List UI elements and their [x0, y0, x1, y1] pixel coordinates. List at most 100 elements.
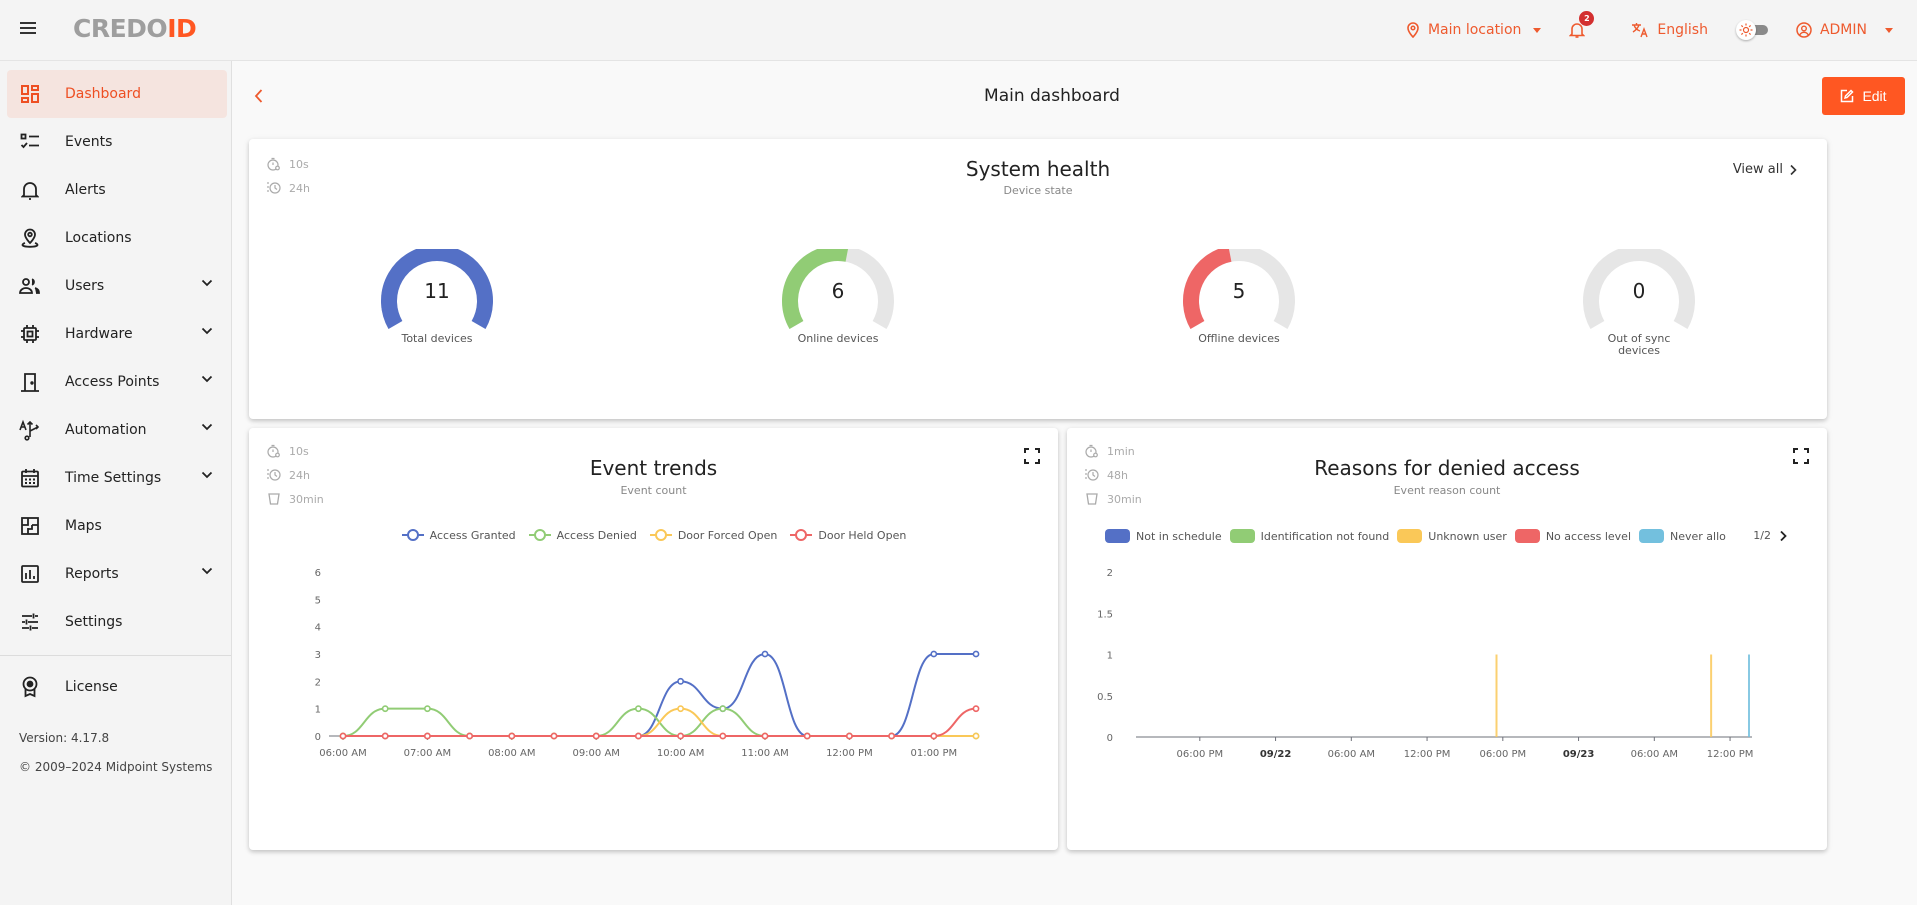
- fullscreen-icon[interactable]: [1024, 448, 1040, 464]
- data-point[interactable]: [423, 705, 431, 713]
- gauge-label: Total devices: [401, 332, 473, 345]
- sidebar-item-alerts[interactable]: Alerts: [7, 166, 227, 214]
- data-point[interactable]: [339, 732, 347, 740]
- chevron-down-icon: [201, 567, 213, 575]
- data-point[interactable]: [381, 705, 389, 713]
- data-point[interactable]: [466, 732, 473, 740]
- event-trends-card: 10s 24h 30min Event trends Event count A…: [249, 428, 1058, 850]
- dashboard-icon: [19, 83, 41, 105]
- notifications-button[interactable]: 2: [1569, 11, 1595, 39]
- data-point[interactable]: [846, 732, 853, 740]
- x-tick-label: 10:00 AM: [657, 748, 704, 759]
- sidebar-item-maps[interactable]: Maps: [7, 502, 227, 550]
- y-tick-label: 1: [1107, 651, 1113, 662]
- series-line: [343, 707, 976, 737]
- data-point[interactable]: [508, 732, 516, 740]
- bar[interactable]: [1748, 654, 1750, 738]
- sidebar-item-license[interactable]: License: [7, 663, 227, 711]
- legend-item[interactable]: No access level: [1514, 529, 1631, 543]
- legend-item[interactable]: Access Granted: [401, 528, 516, 542]
- data-point[interactable]: [634, 705, 642, 713]
- data-point[interactable]: [634, 732, 642, 740]
- legend-marker-icon: [649, 529, 672, 541]
- bell-icon: [19, 179, 41, 201]
- data-point[interactable]: [423, 732, 431, 740]
- location-pin-icon: [19, 227, 41, 249]
- page-title: Main dashboard: [984, 86, 1120, 106]
- legend-label: Never allo: [1670, 529, 1726, 543]
- legend-item[interactable]: Identification not found: [1229, 529, 1389, 543]
- sidebar-item-access-points[interactable]: Access Points: [7, 358, 227, 406]
- data-point[interactable]: [972, 732, 980, 740]
- gauge-offline-devices: 5 Offline devices: [1169, 249, 1309, 345]
- x-tick-label: 12:00 PM: [1707, 749, 1754, 760]
- y-tick-label: 1: [315, 705, 321, 716]
- sidebar-item-time-settings[interactable]: Time Settings: [7, 454, 227, 502]
- sidebar-item-events[interactable]: Events: [7, 118, 227, 166]
- sidebar-item-hardware[interactable]: Hardware: [7, 310, 227, 358]
- data-point[interactable]: [972, 650, 980, 658]
- sidebar-item-settings[interactable]: Settings: [7, 598, 227, 646]
- data-point[interactable]: [803, 732, 811, 740]
- location-selector[interactable]: Main location: [1406, 22, 1542, 38]
- notification-badge: 2: [1579, 11, 1595, 26]
- data-point[interactable]: [677, 677, 684, 685]
- chevron-right-icon: [1790, 164, 1797, 175]
- sidebar-item-locations[interactable]: Locations: [7, 214, 227, 262]
- data-point[interactable]: [719, 732, 727, 740]
- y-tick-label: 0.5: [1097, 692, 1113, 703]
- legend-pager: 1/2: [1753, 529, 1787, 542]
- sidebar-item-dashboard[interactable]: Dashboard: [7, 70, 227, 118]
- data-point[interactable]: [761, 650, 769, 658]
- menu-icon[interactable]: [20, 22, 36, 36]
- data-point[interactable]: [972, 705, 980, 713]
- x-tick-label: 06:00 PM: [1176, 749, 1223, 760]
- data-point[interactable]: [761, 732, 769, 740]
- account-circle-icon: [1796, 22, 1812, 38]
- logo: CREDOID: [73, 14, 197, 43]
- legend-item[interactable]: Never allo: [1639, 529, 1726, 543]
- user-menu[interactable]: ADMIN: [1796, 22, 1893, 38]
- data-point[interactable]: [550, 732, 558, 740]
- data-point[interactable]: [381, 732, 389, 740]
- data-point[interactable]: [930, 732, 938, 740]
- gauge-out-of-sync-devices: 0 Out of sync devices: [1569, 249, 1709, 357]
- legend-item[interactable]: Unknown user: [1397, 529, 1507, 543]
- translate-icon: [1632, 23, 1649, 38]
- data-point[interactable]: [677, 705, 684, 713]
- bar[interactable]: [1495, 654, 1498, 738]
- bar[interactable]: [1710, 654, 1713, 738]
- caret-down-icon: [1885, 27, 1893, 33]
- legend-swatch: [1397, 529, 1423, 543]
- legend-marker-icon: [528, 529, 551, 541]
- sidebar-item-reports[interactable]: Reports: [7, 550, 227, 598]
- floorplan-icon: [19, 515, 41, 537]
- legend-item[interactable]: Door Forced Open: [649, 528, 778, 542]
- edit-button[interactable]: Edit: [1822, 77, 1905, 115]
- sidebar-item-users[interactable]: Users: [7, 262, 227, 310]
- data-point[interactable]: [719, 705, 727, 713]
- legend-label: Access Granted: [429, 528, 516, 542]
- language-selector[interactable]: English: [1631, 22, 1708, 38]
- x-tick-label: 06:00 PM: [1479, 749, 1526, 760]
- gauge-value: 0: [1632, 279, 1646, 303]
- sidebar-item-automation[interactable]: Automation: [7, 406, 227, 454]
- denied-access-chart: 0 0.5 1 1.5 2 06:00 PM 09/22 06:00 AM 12:00 PM 06…: [1097, 568, 1754, 760]
- legend-item[interactable]: Not in schedule: [1105, 529, 1222, 543]
- legend-label: Door Forced Open: [677, 528, 778, 542]
- data-point[interactable]: [888, 732, 895, 740]
- data-point[interactable]: [930, 650, 938, 658]
- y-tick-label: 5: [315, 595, 321, 606]
- y-tick-label: 0: [315, 732, 321, 743]
- legend-next-icon[interactable]: [1779, 530, 1787, 542]
- legend-item[interactable]: Access Denied: [528, 528, 637, 542]
- data-point[interactable]: [592, 732, 600, 740]
- view-all-link[interactable]: View all: [1733, 162, 1797, 177]
- card-subtitle: Event count: [620, 484, 687, 497]
- legend-item[interactable]: Door Held Open: [789, 528, 906, 542]
- theme-toggle[interactable]: [1735, 20, 1770, 40]
- chart-legend: Not in schedule Identification not found U…: [1105, 529, 1734, 543]
- data-point[interactable]: [677, 732, 684, 740]
- fullscreen-icon[interactable]: [1793, 448, 1809, 464]
- x-tick-label: 09:00 AM: [572, 748, 619, 759]
